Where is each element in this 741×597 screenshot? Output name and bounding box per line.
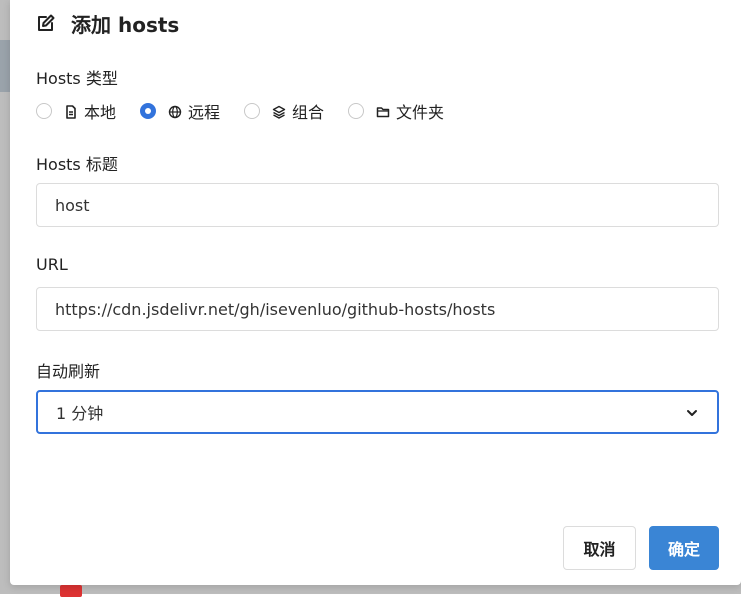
radio-button-group[interactable] (244, 103, 261, 119)
url-label: URL (36, 255, 68, 274)
radio-label-folder: 文件夹 (396, 103, 445, 122)
background-panel-strip (0, 40, 10, 92)
hosts-type-radio-group: 本地 远程 组合 文件夹 (36, 98, 468, 124)
file-icon (64, 104, 78, 119)
dialog-title: 添加 hosts (71, 12, 180, 37)
radio-option-local[interactable]: 本地 (36, 99, 116, 123)
layers-icon (272, 104, 286, 119)
cancel-button[interactable]: 取消 (563, 526, 636, 570)
add-hosts-dialog: 添加 hosts Hosts 类型 本地 远程 组合 文件夹 Hosts 标题 … (10, 0, 741, 585)
radio-button-folder[interactable] (348, 103, 365, 119)
dialog-header: 添加 hosts (36, 8, 179, 38)
radio-label-group: 组合 (292, 103, 325, 122)
auto-refresh-select[interactable]: 1 分钟 (36, 390, 719, 434)
edit-icon (36, 13, 56, 33)
radio-label-remote: 远程 (188, 103, 221, 122)
hosts-title-input[interactable] (36, 183, 719, 227)
background-badge (60, 585, 82, 597)
radio-button-remote[interactable] (140, 103, 157, 119)
hosts-title-label: Hosts 标题 (36, 155, 118, 174)
hosts-type-label: Hosts 类型 (36, 69, 118, 88)
auto-refresh-selected-value: 1 分钟 (56, 404, 104, 423)
radio-option-folder[interactable]: 文件夹 (348, 99, 444, 123)
confirm-button[interactable]: 确定 (649, 526, 719, 570)
globe-icon (168, 104, 182, 119)
folder-icon (376, 104, 390, 118)
radio-option-group[interactable]: 组合 (244, 99, 324, 123)
radio-option-remote[interactable]: 远程 (140, 99, 220, 123)
radio-button-local[interactable] (36, 103, 52, 119)
radio-label-local: 本地 (84, 103, 117, 122)
url-input[interactable] (36, 287, 719, 331)
auto-refresh-label: 自动刷新 (36, 362, 101, 381)
chevron-down-icon (685, 405, 699, 419)
